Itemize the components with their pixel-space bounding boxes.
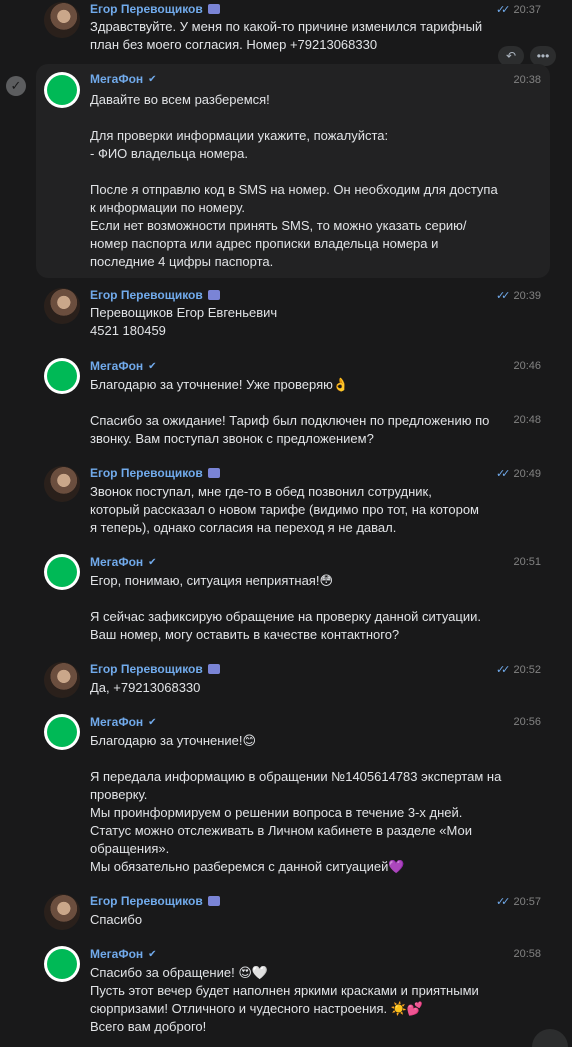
author-name[interactable]: Егор Перевощиков <box>90 287 220 303</box>
message[interactable]: МегаФон ✔ 20:46 Благодарю за уточнение! У… <box>0 354 572 454</box>
verified-check-icon: ✔ <box>148 717 157 728</box>
message[interactable]: МегаФон ✔ 20:51 Егор, понимаю, ситуация н… <box>0 550 572 650</box>
avatar[interactable] <box>44 2 80 38</box>
bot-badge-icon <box>207 4 220 14</box>
message-text: последние 4 цифры паспорта. <box>90 254 274 269</box>
avatar[interactable] <box>44 554 80 590</box>
message-text: Мы обязательно разберемся с данной ситуа… <box>90 859 405 874</box>
message-text: - ФИО владельца номера. <box>90 146 248 161</box>
chat-history: Егор Перевощиков ✓✓ 20:37 Здравствуйте. … <box>0 0 572 1047</box>
message-time: ✓✓ 20:49 <box>495 468 541 480</box>
avatar[interactable] <box>44 466 80 502</box>
author-name[interactable]: МегаФон ✔ <box>90 714 157 731</box>
avatar[interactable] <box>44 714 80 750</box>
avatar[interactable] <box>44 662 80 698</box>
message-text: Здравствуйте. У меня по какой-то причине… <box>90 19 483 34</box>
message-time: 20:56 <box>513 716 541 728</box>
avatar[interactable] <box>44 894 80 930</box>
reply-icon[interactable]: ↶ <box>498 46 524 66</box>
more-icon[interactable]: ••• <box>530 46 556 66</box>
author-name[interactable]: Егор Перевощиков <box>90 661 220 677</box>
message[interactable]: Егор Перевощиков ✓✓ 20:52 Да, +792130683… <box>0 658 572 702</box>
message-text: Всего вам доброго! <box>90 1019 207 1034</box>
author-name[interactable]: МегаФон ✔ <box>90 554 157 571</box>
author-name[interactable]: МегаФон ✔ <box>90 946 157 963</box>
avatar[interactable] <box>44 358 80 394</box>
message-text: Благодарю за уточнение!😊 <box>90 733 257 748</box>
read-checks-icon: ✓✓ <box>495 664 511 676</box>
bot-badge-icon <box>207 664 220 674</box>
message[interactable]: МегаФон ✔ 20:38 Давайте во всем разберемс… <box>36 64 550 278</box>
message-text: Спасибо <box>90 912 143 927</box>
message-text: Да, +79213068330 <box>90 680 201 695</box>
message-text: который рассказал о новом тарифе (видимо… <box>90 502 479 517</box>
message[interactable]: МегаФон ✔ 20:58 Спасибо за обращение! 😍🤍 … <box>0 942 572 1042</box>
author-name[interactable]: МегаФон ✔ <box>90 358 157 375</box>
avatar[interactable] <box>44 288 80 324</box>
message-text: план без моего согласия. Номер +79213068… <box>90 37 378 52</box>
message-text: 4521 180459 <box>90 323 166 338</box>
message-text: Перевощиков Егор Евгеньевич <box>90 305 278 320</box>
verified-check-icon: ✔ <box>148 557 157 568</box>
bot-badge-icon <box>207 896 220 906</box>
avatar[interactable] <box>44 946 80 982</box>
message-text: Мы проинформируем о решении вопроса в те… <box>90 805 463 820</box>
message-text: Спасибо за ожидание! Тариф был подключен… <box>90 413 490 428</box>
message-text: я теперь), однако согласия на переход я … <box>90 520 397 535</box>
message[interactable]: Егор Перевощиков ✓✓ 20:57 Спасибо <box>0 890 572 934</box>
author-name[interactable]: Егор Перевощиков <box>90 1 220 17</box>
read-checks-icon: ✓✓ <box>495 4 511 16</box>
read-checks-icon: ✓✓ <box>495 290 511 302</box>
message-actions: ↶ ••• <box>498 46 556 66</box>
message-text: Благодарю за уточнение! Уже проверяю👌 <box>90 377 350 392</box>
message-text: Статус можно отслеживать в Личном кабине… <box>90 823 472 838</box>
message-text: Ваш номер, могу оставить в качестве конт… <box>90 627 400 642</box>
author-name[interactable]: Егор Перевощиков <box>90 893 220 909</box>
message-text: Егор, понимаю, ситуация неприятная!😳 <box>90 573 334 588</box>
message-time: 20:48 <box>513 414 541 426</box>
message[interactable]: Егор Перевощиков ✓✓ 20:39 Перевощиков Ег… <box>0 284 572 348</box>
message-time: 20:46 <box>513 360 541 372</box>
message-text: Для проверки информации укажите, пожалуй… <box>90 128 389 143</box>
author-name[interactable]: МегаФон ✔ <box>90 71 157 88</box>
message-text: Если нет возможности принять SMS, то мож… <box>90 218 467 233</box>
message[interactable]: Егор Перевощиков ✓✓ 20:49 Звонок поступа… <box>0 462 572 542</box>
message[interactable]: МегаФон ✔ 20:56 Благодарю за уточнение!😊 … <box>0 710 572 880</box>
read-checks-icon: ✓✓ <box>495 468 511 480</box>
selected-check-icon[interactable]: ✓ <box>6 76 26 96</box>
read-checks-icon: ✓✓ <box>495 896 511 908</box>
verified-check-icon: ✔ <box>148 361 157 372</box>
message-time: 20:38 <box>513 74 541 86</box>
message-text: После я отправлю код в SMS на номер. Он … <box>90 182 498 197</box>
author-name[interactable]: Егор Перевощиков <box>90 465 220 481</box>
message-text: Спасибо за обращение! 😍🤍 <box>90 965 269 980</box>
message-text: сюрпризами! Отличного и чудесного настро… <box>90 1001 424 1016</box>
avatar[interactable] <box>44 72 80 108</box>
message-text: Пусть этот вечер будет наполнен яркими к… <box>90 983 479 998</box>
message-text: Звонок поступал, мне где-то в обед позво… <box>90 484 432 499</box>
verified-check-icon: ✔ <box>148 949 157 960</box>
message-text: обращения». <box>90 841 170 856</box>
message-text: Я передала информацию в обращении №14056… <box>90 769 502 784</box>
message-time: ✓✓ 20:52 <box>495 664 541 676</box>
message-text: Я сейчас зафиксирую обращение на проверк… <box>90 609 481 624</box>
message[interactable]: Егор Перевощиков ✓✓ 20:37 Здравствуйте. … <box>0 0 572 58</box>
message-time: 20:51 <box>513 556 541 568</box>
message-time: ✓✓ 20:57 <box>495 896 541 908</box>
bot-badge-icon <box>207 290 220 300</box>
message-time: ✓✓ 20:39 <box>495 290 541 302</box>
message-text: Давайте во всем разберемся! <box>90 92 270 107</box>
message-text: к информации по номеру. <box>90 200 245 215</box>
verified-check-icon: ✔ <box>148 74 157 85</box>
message-text: номер паспорта или адрес прописки владел… <box>90 236 439 251</box>
message-time: ✓✓ 20:37 <box>495 4 541 16</box>
message-text: звонку. Вам поступал звонок с предложени… <box>90 431 374 446</box>
bot-badge-icon <box>207 468 220 478</box>
message-time: 20:58 <box>513 948 541 960</box>
message-text: проверку. <box>90 787 148 802</box>
